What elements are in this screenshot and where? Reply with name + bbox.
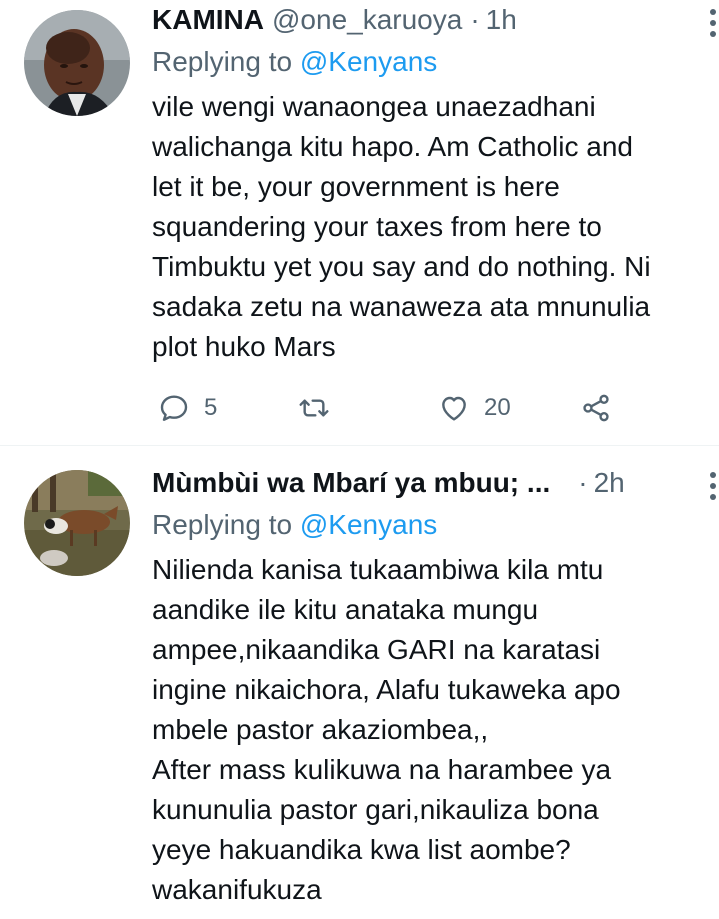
retweet-icon — [299, 399, 329, 417]
avatar-column — [0, 0, 152, 445]
timestamp[interactable]: 2h — [594, 464, 625, 502]
avatar-column — [0, 446, 152, 919]
tweet-text: Nilienda kanisa tukaambiwa kila mtu aand… — [152, 554, 621, 905]
tweet[interactable]: KAMINA @one_karuoya · 1h Replying to @Ke… — [0, 0, 719, 445]
tweet-content: Mùmbùi wa Mbarí ya mbuu; ... · 2h Replyi… — [152, 446, 719, 919]
tweet-header: Mùmbùi wa Mbarí ya mbuu; ... · 2h — [152, 464, 712, 502]
tweet-content: KAMINA @one_karuoya · 1h Replying to @Ke… — [152, 0, 719, 445]
tweet-actions: 5 20 — [152, 386, 719, 430]
like-count: 20 — [484, 394, 511, 421]
replying-to-label: Replying to — [152, 46, 293, 77]
share-button[interactable] — [580, 386, 612, 430]
avatar-image — [24, 470, 130, 576]
more-options-icon[interactable] — [708, 472, 718, 500]
reply-button[interactable]: 5 — [158, 386, 217, 430]
user-handle[interactable]: @one_karuoya — [272, 1, 462, 39]
replying-to-label: Replying to — [152, 509, 293, 540]
tweet[interactable]: Mùmbùi wa Mbarí ya mbuu; ... · 2h Replyi… — [0, 446, 719, 919]
replying-to: Replying to @Kenyans — [152, 508, 712, 542]
replying-to: Replying to @Kenyans — [152, 45, 712, 79]
more-options-icon[interactable] — [708, 9, 718, 37]
reply-count: 5 — [204, 394, 218, 421]
retweet-button[interactable] — [298, 386, 344, 430]
avatar[interactable] — [24, 470, 130, 576]
separator-dot: · — [470, 4, 480, 35]
like-button[interactable]: 20 — [438, 386, 511, 430]
timestamp[interactable]: 1h — [486, 1, 517, 39]
tweet-text: vile wengi wanaongea unaezadhani walicha… — [152, 91, 651, 362]
display-name[interactable]: KAMINA — [152, 1, 264, 39]
display-name[interactable]: Mùmbùi wa Mbarí ya mbuu; ... — [152, 464, 550, 502]
avatar[interactable] — [24, 10, 130, 116]
mention-link[interactable]: @Kenyans — [300, 46, 437, 77]
separator-dot: · — [578, 467, 588, 498]
reply-icon — [160, 395, 188, 421]
share-icon — [583, 394, 609, 422]
mention-link[interactable]: @Kenyans — [300, 509, 437, 540]
like-icon — [442, 396, 466, 421]
avatar-image — [24, 10, 130, 116]
tweet-header: KAMINA @one_karuoya · 1h — [152, 1, 712, 39]
